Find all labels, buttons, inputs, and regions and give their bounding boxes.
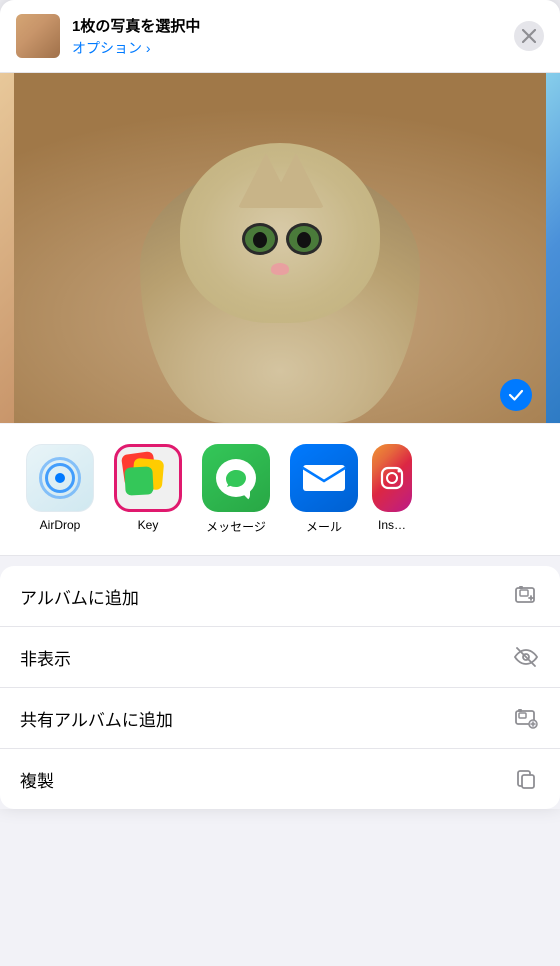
- share-apps-row: AirDrop Key: [20, 444, 560, 535]
- mail-label: メール: [306, 518, 342, 535]
- selected-badge: [500, 379, 532, 411]
- sheet-header: 1枚の写真を選択中 オプション ›: [0, 0, 560, 72]
- header-text-area: 1枚の写真を選択中 オプション ›: [72, 15, 502, 58]
- share-sheet: 1枚の写真を選択中 オプション ›: [0, 0, 560, 809]
- key-icon-bg: [114, 444, 182, 512]
- share-apps-container: AirDrop Key: [0, 424, 560, 555]
- messages-icon-bg: [202, 444, 270, 512]
- add-album-icon: [512, 582, 540, 610]
- right-image-edge: [546, 73, 560, 423]
- main-image: [14, 73, 546, 423]
- action-list: アルバムに追加 非表示 共有ア: [0, 566, 560, 809]
- share-app-mail[interactable]: メール: [284, 444, 364, 535]
- shared-album-label: 共有アルバムに追加: [20, 706, 173, 731]
- duplicate-icon: [512, 765, 540, 793]
- close-button[interactable]: [514, 21, 544, 51]
- key-shape-green: [124, 466, 153, 495]
- hide-icon: [512, 643, 540, 671]
- instagram-camera-icon: [377, 463, 407, 493]
- image-strip: [0, 73, 560, 423]
- airdrop-center-dot: [55, 473, 65, 483]
- key-shapes-icon: [123, 453, 173, 503]
- share-app-key[interactable]: Key: [108, 444, 188, 532]
- share-app-instagram[interactable]: Ins…: [372, 444, 412, 532]
- airdrop-label: AirDrop: [40, 518, 81, 532]
- instagram-label: Ins…: [378, 518, 406, 532]
- apps-actions-divider: [0, 555, 560, 556]
- duplicate-label: 複製: [20, 767, 54, 792]
- hide-label: 非表示: [20, 645, 71, 670]
- share-app-airdrop[interactable]: AirDrop: [20, 444, 100, 532]
- messages-label: メッセージ: [206, 518, 266, 535]
- action-hide[interactable]: 非表示: [0, 627, 560, 688]
- action-shared-album[interactable]: 共有アルバムに追加: [0, 688, 560, 749]
- header-title: 1枚の写真を選択中: [72, 15, 502, 36]
- add-album-label: アルバムに追加: [20, 584, 139, 609]
- instagram-icon-bg: [372, 444, 412, 512]
- left-image-edge: [0, 73, 14, 423]
- mail-envelope-icon: [301, 461, 347, 495]
- airdrop-icon-bg: [26, 444, 94, 512]
- thumbnail: [16, 14, 60, 58]
- shared-album-icon: [512, 704, 540, 732]
- action-duplicate[interactable]: 複製: [0, 749, 560, 809]
- action-add-album[interactable]: アルバムに追加: [0, 566, 560, 627]
- airdrop-rings-icon: [39, 457, 81, 499]
- key-label: Key: [138, 518, 159, 532]
- messages-bubble-icon: [216, 459, 256, 497]
- mail-icon-bg: [290, 444, 358, 512]
- share-app-messages[interactable]: メッセージ: [196, 444, 276, 535]
- header-option-link[interactable]: オプション ›: [72, 38, 502, 58]
